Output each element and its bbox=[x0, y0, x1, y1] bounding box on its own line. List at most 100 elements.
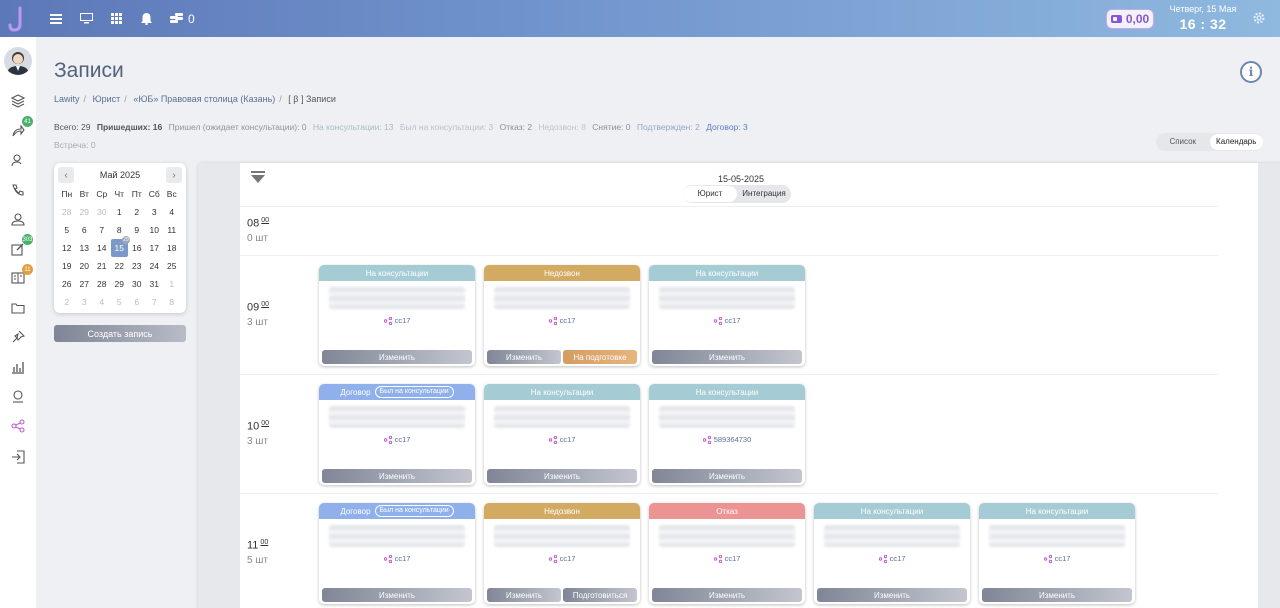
appointment-card[interactable]: На консультации cc17 Изменить bbox=[319, 265, 475, 366]
calendar-day[interactable]: 9 bbox=[128, 221, 146, 239]
layers-icon[interactable] bbox=[10, 94, 26, 108]
calendar-day[interactable]: 4 bbox=[93, 293, 111, 311]
edit-button[interactable]: Изменить bbox=[487, 350, 561, 364]
appointment-card[interactable]: На консультации cc17 Изменить bbox=[484, 384, 640, 485]
edit-button[interactable]: Изменить bbox=[487, 469, 637, 483]
calendar-day[interactable]: 30 bbox=[93, 203, 111, 221]
apps-grid-icon[interactable] bbox=[108, 11, 124, 27]
calendar-day[interactable]: 23 bbox=[128, 257, 146, 275]
calendar-day[interactable]: 21 bbox=[93, 257, 111, 275]
calendar-day[interactable]: 1 bbox=[111, 203, 129, 221]
calendar-day[interactable]: 31 bbox=[146, 275, 164, 293]
calendar-day[interactable]: 28 bbox=[93, 275, 111, 293]
breadcrumb-lawyer[interactable]: Юрист bbox=[93, 94, 121, 104]
pin-icon[interactable] bbox=[11, 330, 26, 344]
next-month-button[interactable]: › bbox=[166, 167, 182, 183]
share-arrow-icon[interactable] bbox=[11, 124, 25, 138]
calendar-day[interactable]: 30 bbox=[128, 275, 146, 293]
calendar-day[interactable]: 29 bbox=[76, 203, 94, 221]
calendar-day[interactable]: 19 bbox=[58, 257, 76, 275]
edit-button[interactable]: Изменить bbox=[652, 350, 802, 364]
calendar-day[interactable]: 24 bbox=[146, 257, 164, 275]
calendar-day[interactable]: 11 bbox=[163, 221, 181, 239]
info-button[interactable]: i bbox=[1240, 61, 1262, 83]
calendar-day[interactable]: 3 bbox=[146, 203, 164, 221]
prepare-button[interactable]: Подготовиться bbox=[563, 588, 637, 602]
appointment-card[interactable]: Недозвон cc17 Изменить Подготовиться bbox=[484, 503, 640, 604]
appointment-card[interactable]: Договор Был на консультации cc17 Изменить bbox=[319, 503, 475, 604]
calendar-day[interactable]: 1 bbox=[163, 275, 181, 293]
coins-icon[interactable] bbox=[168, 11, 184, 27]
view-calendar-tab[interactable]: Календарь bbox=[1209, 134, 1263, 150]
preparing-button[interactable]: На подготовке bbox=[563, 350, 637, 364]
edit-button[interactable]: Изменить bbox=[487, 588, 561, 602]
prev-month-button[interactable]: ‹ bbox=[58, 167, 74, 183]
edit-icon[interactable] bbox=[11, 242, 25, 256]
app-logo[interactable] bbox=[0, 0, 34, 37]
edit-button[interactable]: Изменить bbox=[652, 469, 802, 483]
calendar-day-selected[interactable]: 15 29 bbox=[110, 236, 130, 257]
calendar-day[interactable]: 29 bbox=[111, 275, 129, 293]
appointment-card[interactable]: На консультации cc17 Изменить bbox=[814, 503, 970, 604]
appointment-card[interactable]: Отказ cc17 Изменить bbox=[649, 503, 805, 604]
collapse-arrow-icon[interactable] bbox=[250, 171, 266, 188]
calendar-day[interactable]: 28 bbox=[58, 203, 76, 221]
hour-count: 3 шт bbox=[247, 317, 268, 328]
edit-button[interactable]: Изменить bbox=[322, 588, 472, 602]
calendar-day[interactable]: 6 bbox=[76, 221, 94, 239]
user-icon[interactable] bbox=[11, 212, 25, 226]
edit-button[interactable]: Изменить bbox=[817, 588, 967, 602]
calendar-day[interactable]: 25 bbox=[163, 257, 181, 275]
calendar-day[interactable]: 22 bbox=[111, 257, 129, 275]
journal-badge: 11 bbox=[22, 264, 33, 275]
calendar-day[interactable]: 7 bbox=[146, 293, 164, 311]
appointment-card[interactable]: На консультации cc17 Изменить bbox=[649, 265, 805, 366]
filter-integration-tab[interactable]: Интеграция bbox=[737, 186, 791, 202]
user-avatar[interactable] bbox=[4, 47, 32, 75]
settings-gear-icon[interactable] bbox=[1252, 11, 1266, 28]
calendar-day[interactable]: 18 bbox=[163, 239, 181, 257]
edit-button[interactable]: Изменить bbox=[652, 588, 802, 602]
calendar-day[interactable]: 2 bbox=[58, 293, 76, 311]
create-record-button[interactable]: Создать запись bbox=[54, 325, 186, 342]
calendar-day[interactable]: 10 bbox=[146, 221, 164, 239]
calendar-day[interactable]: 3 bbox=[76, 293, 94, 311]
calendar-day[interactable]: 6 bbox=[128, 293, 146, 311]
appointment-card[interactable]: Недозвон cc17 Изменить На подготовке bbox=[484, 265, 640, 366]
calendar-day[interactable]: 27 bbox=[76, 275, 94, 293]
chart-icon[interactable] bbox=[11, 360, 25, 374]
edit-button[interactable]: Изменить bbox=[982, 588, 1132, 602]
menu-icon[interactable] bbox=[48, 11, 64, 27]
integration-share-icon[interactable] bbox=[11, 419, 25, 433]
bell-icon[interactable] bbox=[138, 11, 154, 27]
edit-button[interactable]: Изменить bbox=[322, 350, 472, 364]
appointment-card[interactable]: На консультации cc17 Изменить bbox=[979, 503, 1135, 604]
edit-button[interactable]: Изменить bbox=[322, 469, 472, 483]
filter-lawyer-tab[interactable]: Юрист bbox=[683, 186, 737, 202]
breadcrumb-lawity[interactable]: Lawity bbox=[54, 94, 80, 104]
support-icon[interactable] bbox=[11, 389, 25, 403]
user-search-icon[interactable] bbox=[11, 153, 25, 167]
calendar-day[interactable]: 26 bbox=[58, 275, 76, 293]
monitor-icon[interactable] bbox=[78, 11, 94, 27]
calendar-day[interactable]: 7 bbox=[93, 221, 111, 239]
calendar-day[interactable]: 17 bbox=[146, 239, 164, 257]
calendar-day[interactable]: 4 bbox=[163, 203, 181, 221]
appointment-card[interactable]: На консультации 589364730 Изменить bbox=[649, 384, 805, 485]
phone-icon[interactable] bbox=[11, 183, 25, 197]
calendar-day[interactable]: 5 bbox=[58, 221, 76, 239]
calendar-day[interactable]: 16 bbox=[128, 239, 146, 257]
calendar-day[interactable]: 12 bbox=[58, 239, 76, 257]
calendar-day[interactable]: 8 bbox=[163, 293, 181, 311]
breadcrumb-company[interactable]: «ЮБ» Правовая столица (Казань) bbox=[133, 94, 275, 104]
calendar-day[interactable]: 14 bbox=[93, 239, 111, 257]
calendar-day[interactable]: 5 bbox=[111, 293, 129, 311]
view-list-tab[interactable]: Список bbox=[1156, 134, 1210, 150]
balance-badge[interactable]: 0,00 bbox=[1106, 9, 1154, 29]
folder-icon[interactable] bbox=[11, 301, 25, 315]
calendar-day[interactable]: 2 bbox=[128, 203, 146, 221]
calendar-day[interactable]: 13 bbox=[76, 239, 94, 257]
appointment-card[interactable]: Договор Был на консультации cc17 Изменить bbox=[319, 384, 475, 485]
calendar-day[interactable]: 20 bbox=[76, 257, 94, 275]
logout-icon[interactable] bbox=[11, 450, 25, 464]
